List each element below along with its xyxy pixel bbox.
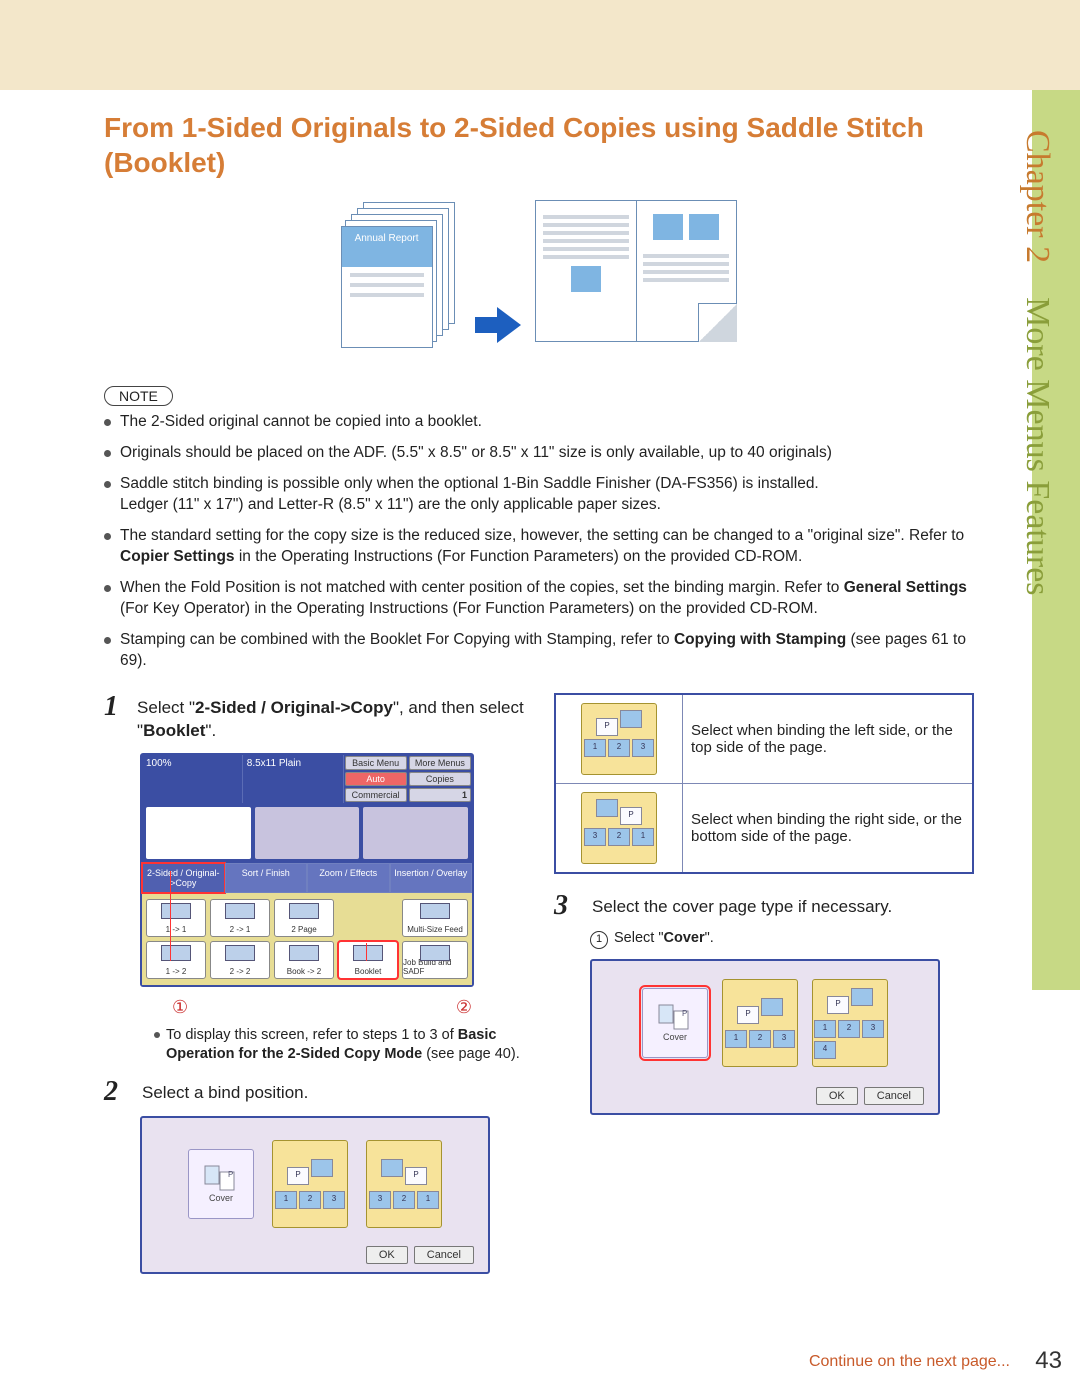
basic-menu-button[interactable]: Basic Menu xyxy=(345,756,407,770)
notes-list: The 2-Sided original cannot be copied in… xyxy=(104,412,974,671)
tab-sort[interactable]: Sort / Finish xyxy=(225,863,308,893)
note-item: Saddle stitch binding is possible only w… xyxy=(104,474,974,516)
cover-select-screen: P Cover P 123 P 1234 OK xyxy=(590,959,940,1115)
arrow-right-icon xyxy=(475,303,521,352)
top-beige-bar xyxy=(0,0,1080,90)
note-item: Stamping can be combined with the Bookle… xyxy=(104,630,974,672)
bind-left-desc: Select when binding the left side, or th… xyxy=(683,694,974,784)
bind-right-button-2[interactable]: P 1234 xyxy=(812,979,888,1067)
tab-zoom[interactable]: Zoom / Effects xyxy=(307,863,390,893)
bind-right-desc: Select when binding the right side, or t… xyxy=(683,784,974,874)
continue-text: Continue on the next page... xyxy=(809,1353,1010,1371)
ok-button[interactable]: OK xyxy=(816,1087,858,1105)
chapter-side-tab: Chapter 2 More Menus Features xyxy=(1032,90,1080,990)
step-2: 2 Select a bind position. xyxy=(104,1078,524,1106)
btn-2-1[interactable]: 2 -> 1 xyxy=(210,899,270,937)
copier-screen-1: 100% 8.5x11 Plain Basic Menu More Menus … xyxy=(140,753,474,987)
svg-text:P: P xyxy=(682,1009,687,1018)
note-item: When the Fold Position is not matched wi… xyxy=(104,578,974,620)
btn-jobbuild[interactable]: Job Build and SADF xyxy=(402,941,468,979)
btn-booklet[interactable]: Booklet xyxy=(338,941,398,979)
btn-book2[interactable]: Book -> 2 xyxy=(274,941,334,979)
step-3: 3 Select the cover page type if necessar… xyxy=(554,892,974,920)
tab-2sided[interactable]: 2-Sided / Original->Copy xyxy=(142,863,225,893)
note-badge: NOTE xyxy=(104,386,173,406)
bind-position-screen: P Cover P 123 P 321 OK xyxy=(140,1116,490,1274)
annual-report-label: Annual Report xyxy=(342,227,432,267)
bind-left-button-2[interactable]: P 123 xyxy=(722,979,798,1067)
bind-left-button[interactable]: P 123 xyxy=(272,1140,348,1228)
note-item: Originals should be placed on the ADF. (… xyxy=(104,443,974,464)
original-stack-icon: Annual Report xyxy=(341,202,461,342)
cover-button-hl[interactable]: P Cover xyxy=(642,988,708,1058)
page-number: 43 xyxy=(1035,1347,1062,1375)
bind-right-button[interactable]: P 321 xyxy=(366,1140,442,1228)
section-label: More Menus Features xyxy=(1019,297,1056,595)
btn-1-2[interactable]: 1 -> 2 xyxy=(146,941,206,979)
booklet-icon xyxy=(535,200,737,342)
page-title: From 1-Sided Originals to 2-Sided Copies… xyxy=(104,110,974,180)
cover-button[interactable]: P Cover xyxy=(188,1149,254,1219)
btn-2page[interactable]: 2 Page xyxy=(274,899,334,937)
more-menus-button[interactable]: More Menus xyxy=(409,756,471,770)
chapter-label: Chapter 2 xyxy=(1019,130,1056,263)
callout-numbers: ① ② xyxy=(142,997,520,1018)
bind-left-icon: P 123 xyxy=(581,703,657,775)
illustration: Annual Report xyxy=(104,200,974,372)
cancel-button[interactable]: Cancel xyxy=(414,1246,474,1264)
note-item: The 2-Sided original cannot be copied in… xyxy=(104,412,974,433)
bind-right-icon: P 321 xyxy=(581,792,657,864)
cancel-button[interactable]: Cancel xyxy=(864,1087,924,1105)
step-1: 1 Select "2-Sided / Original->Copy", and… xyxy=(104,693,524,743)
btn-2-2[interactable]: 2 -> 2 xyxy=(210,941,270,979)
svg-text:P: P xyxy=(228,1170,233,1179)
btn-1-1[interactable]: 1 -> 1 xyxy=(146,899,206,937)
bind-options-table: P 123 Select when binding the left side,… xyxy=(554,693,974,874)
btn-multisize[interactable]: Multi-Size Feed xyxy=(402,899,468,937)
step3-sub: 1Select "Cover". xyxy=(590,930,974,949)
note-item: The standard setting for the copy size i… xyxy=(104,526,974,568)
step1-subnote: To display this screen, refer to steps 1… xyxy=(154,1026,524,1064)
tab-insertion[interactable]: Insertion / Overlay xyxy=(390,863,473,893)
ok-button[interactable]: OK xyxy=(366,1246,408,1264)
